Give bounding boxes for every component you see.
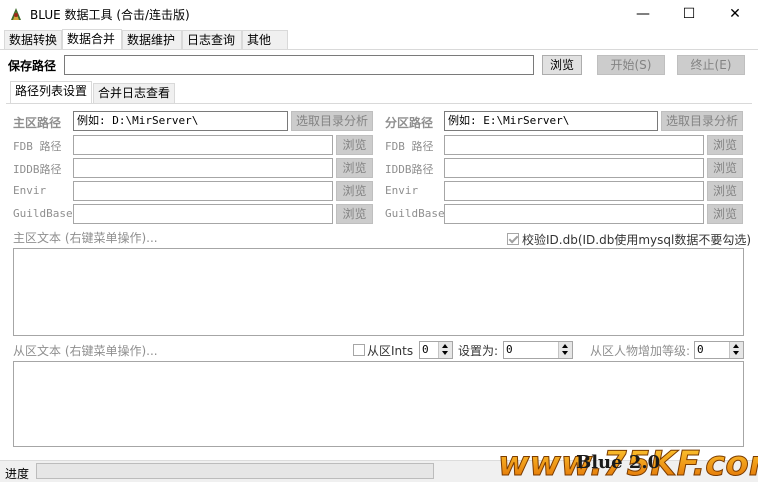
- main-envir-label: Envir: [13, 184, 47, 197]
- slave-text-label: 从区文本 (右键菜单操作)...: [13, 344, 158, 358]
- sub-envir-input[interactable]: [444, 181, 704, 201]
- arrow-down-icon[interactable]: [562, 351, 568, 355]
- close-button[interactable]: ✕: [712, 0, 758, 28]
- tab-other[interactable]: 其他: [242, 30, 288, 50]
- tab-merge-log-view[interactable]: 合并日志查看: [93, 83, 175, 104]
- slave-ints-checkbox[interactable]: [353, 344, 365, 356]
- slave-text-area[interactable]: [13, 361, 744, 447]
- sub-fdb-browse-button[interactable]: 浏览: [707, 135, 743, 155]
- sub-path-input[interactable]: 例如: E:\MirServer\: [444, 111, 658, 131]
- sub-iddb-browse-button[interactable]: 浏览: [707, 158, 743, 178]
- title-bar: BLUE 数据工具 (合击/连击版) — ☐ ✕: [0, 0, 758, 28]
- main-text-area[interactable]: [13, 248, 744, 336]
- progress-label: 进度: [5, 467, 30, 481]
- watermark: www.75KF.com Blue 2.0: [498, 442, 758, 485]
- sub-select-dir-button[interactable]: 选取目录分析: [661, 111, 743, 131]
- watermark-overlay-text: Blue 2.0: [576, 452, 660, 473]
- main-guildbase-label: GuildBase: [13, 207, 73, 220]
- save-path-label: 保存路径: [8, 59, 57, 73]
- maximize-icon: ☐: [682, 6, 696, 22]
- set-to-value: 0: [506, 343, 513, 356]
- verify-id-checkbox[interactable]: [507, 233, 519, 245]
- main-guildbase-browse-button[interactable]: 浏览: [336, 204, 373, 224]
- sub-envir-label: Envir: [385, 184, 419, 197]
- main-path-input[interactable]: 例如: D:\MirServer\: [73, 111, 288, 131]
- main-select-dir-button[interactable]: 选取目录分析: [291, 111, 373, 131]
- tab-data-merge[interactable]: 数据合并: [62, 29, 122, 51]
- main-path-label: 主区路径: [13, 116, 62, 130]
- main-envir-browse-button[interactable]: 浏览: [336, 181, 373, 201]
- save-browse-button[interactable]: 浏览: [542, 55, 582, 75]
- verify-id-label: 校验ID.db(ID.db使用mysql数据不要勾选): [522, 233, 752, 247]
- slave-ints-label: 从区Ints: [367, 344, 414, 358]
- spinner-arrows[interactable]: [729, 342, 743, 358]
- set-to-label: 设置为:: [458, 344, 499, 358]
- progress-bar: [36, 463, 434, 479]
- main-tab-strip: 数据转换 数据合并 数据维护 日志查询 其他: [0, 29, 758, 51]
- set-to-spinner[interactable]: 0: [503, 341, 573, 359]
- arrow-up-icon[interactable]: [733, 344, 739, 348]
- minimize-icon: —: [636, 6, 650, 22]
- slave-level-spinner[interactable]: 0: [694, 341, 744, 359]
- main-fdb-label: FDB 路径: [13, 140, 62, 153]
- sub-guildbase-browse-button[interactable]: 浏览: [707, 204, 743, 224]
- slave-level-label: 从区人物增加等级:: [590, 344, 691, 358]
- sub-iddb-label: IDDB路径: [385, 163, 434, 176]
- sub-fdb-label: FDB 路径: [385, 140, 434, 153]
- sub-guildbase-label: GuildBase: [385, 207, 445, 220]
- sub-tab-divider: [6, 103, 752, 104]
- main-guildbase-input[interactable]: [73, 204, 333, 224]
- main-iddb-input[interactable]: [73, 158, 333, 178]
- save-path-input[interactable]: [64, 55, 534, 75]
- spinner-arrows[interactable]: [438, 342, 452, 358]
- tab-data-convert[interactable]: 数据转换: [4, 30, 62, 50]
- sub-path-label: 分区路径: [385, 116, 434, 130]
- close-icon: ✕: [729, 6, 741, 22]
- slave-ints-spinner[interactable]: 0: [419, 341, 453, 359]
- arrow-up-icon[interactable]: [442, 344, 448, 348]
- spinner-arrows[interactable]: [558, 342, 572, 358]
- tab-path-list-settings[interactable]: 路径列表设置: [10, 81, 92, 104]
- main-text-label: 主区文本 (右键菜单操作)...: [13, 231, 158, 245]
- tab-log-query[interactable]: 日志查询: [182, 30, 242, 50]
- main-fdb-browse-button[interactable]: 浏览: [336, 135, 373, 155]
- main-envir-input[interactable]: [73, 181, 333, 201]
- main-iddb-label: IDDB路径: [13, 163, 62, 176]
- minimize-button[interactable]: —: [620, 0, 666, 28]
- sub-tab-strip: 路径列表设置 合并日志查看: [8, 81, 750, 104]
- sub-fdb-input[interactable]: [444, 135, 704, 155]
- maximize-button[interactable]: ☐: [666, 0, 712, 28]
- sub-guildbase-input[interactable]: [444, 204, 704, 224]
- main-fdb-input[interactable]: [73, 135, 333, 155]
- window-title: BLUE 数据工具 (合击/连击版): [30, 8, 190, 22]
- slave-level-value: 0: [697, 343, 704, 356]
- main-iddb-browse-button[interactable]: 浏览: [336, 158, 373, 178]
- sub-iddb-input[interactable]: [444, 158, 704, 178]
- sub-envir-browse-button[interactable]: 浏览: [707, 181, 743, 201]
- app-icon: [8, 6, 24, 22]
- tab-data-maintenance[interactable]: 数据维护: [122, 30, 182, 50]
- stop-button[interactable]: 终止(E): [677, 55, 745, 75]
- start-button[interactable]: 开始(S): [597, 55, 665, 75]
- slave-ints-value: 0: [422, 343, 429, 356]
- arrow-up-icon[interactable]: [562, 344, 568, 348]
- arrow-down-icon[interactable]: [733, 351, 739, 355]
- arrow-down-icon[interactable]: [442, 351, 448, 355]
